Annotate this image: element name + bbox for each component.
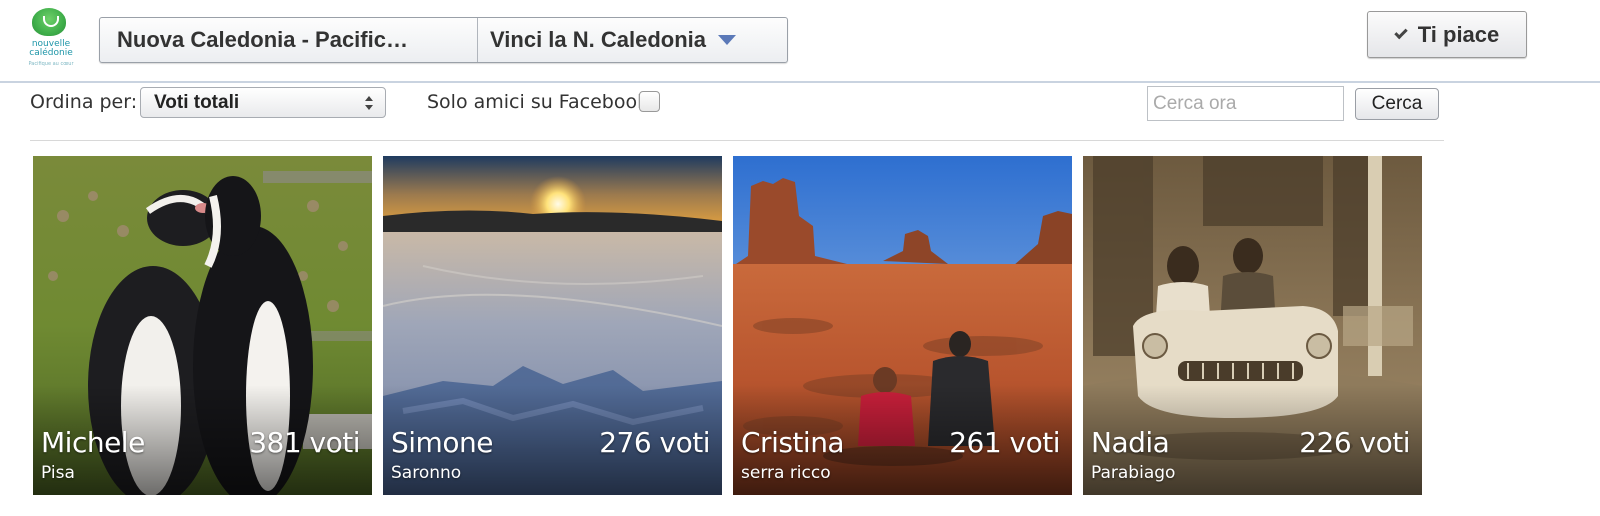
entry-card[interactable]: Michele 381 voti Pisa (33, 156, 372, 495)
entry-votes: 381 voti (249, 426, 360, 459)
header-divider (0, 81, 1600, 83)
entry-card[interactable]: Cristina 261 voti serra ricco (733, 156, 1072, 495)
page-selector[interactable]: Nuova Caledonia - Pacific… (100, 18, 478, 62)
entry-votes: 276 voti (599, 426, 710, 459)
entry-name: Nadia (1091, 426, 1170, 459)
filter-divider (30, 140, 1444, 141)
entry-name: Cristina (741, 426, 845, 459)
entry-card[interactable]: Nadia 226 voti Parabiago (1083, 156, 1422, 495)
top-bar: nouvelle calédonie Pacifique au cœur Nuo… (0, 0, 1600, 82)
app-selector-label: Vinci la N. Caledonia (490, 27, 706, 52)
up-down-arrows-icon (365, 96, 373, 110)
entry-name: Michele (41, 426, 145, 459)
sort-label: Ordina per: (30, 91, 138, 113)
like-button[interactable]: Ti piace (1367, 11, 1527, 58)
search-input[interactable] (1147, 86, 1344, 121)
entry-city: serra ricco (741, 463, 831, 483)
sort-select[interactable]: Voti totali (140, 87, 386, 118)
page-selector-label: Nuova Caledonia - Pacific… (117, 27, 408, 52)
chevron-down-icon (718, 35, 736, 45)
entry-votes: 226 voti (1299, 426, 1410, 459)
app-selector-dropdown[interactable]: Vinci la N. Caledonia (478, 18, 787, 62)
brand-logo[interactable]: nouvelle calédonie Pacifique au cœur (22, 6, 80, 68)
page-app-selector: Nuova Caledonia - Pacific… Vinci la N. C… (99, 17, 788, 63)
friends-only-label: Solo amici su Facebook (427, 91, 649, 113)
sort-select-value: Voti totali (154, 91, 240, 113)
like-button-label: Ti piace (1417, 21, 1500, 47)
checkmark-icon (1394, 25, 1408, 39)
entry-name: Simone (391, 426, 493, 459)
entry-city: Saronno (391, 463, 462, 483)
entry-city: Pisa (41, 463, 75, 483)
entry-card[interactable]: Simone 276 voti Saronno (383, 156, 722, 495)
heart-leaf-icon (32, 8, 66, 36)
search-button[interactable]: Cerca (1355, 88, 1439, 120)
logo-text: nouvelle calédonie (29, 39, 73, 58)
entry-city: Parabiago (1091, 463, 1176, 483)
logo-tagline: Pacifique au cœur (28, 61, 74, 67)
entry-votes: 261 voti (949, 426, 1060, 459)
friends-only-checkbox[interactable] (639, 91, 660, 112)
